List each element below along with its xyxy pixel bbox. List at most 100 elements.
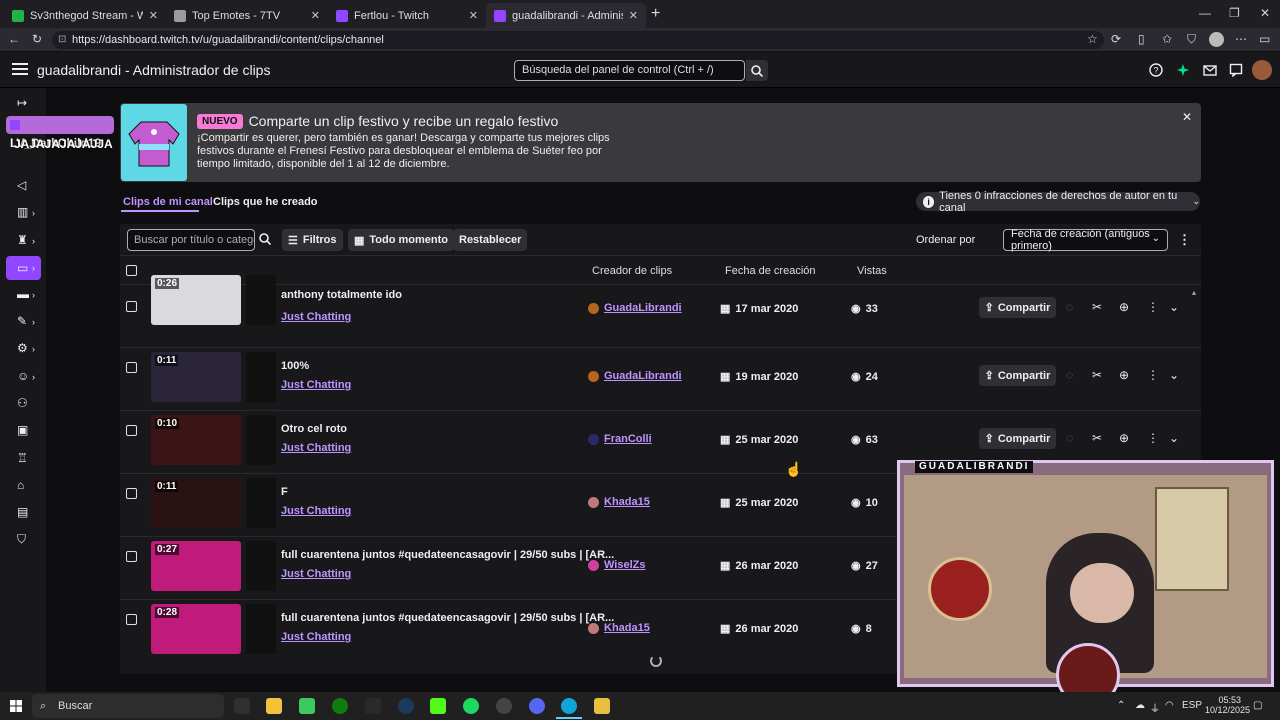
taskbar-search[interactable]: ⌕ Buscar: [32, 694, 224, 718]
scissors-icon[interactable]: ✂: [1092, 300, 1102, 314]
clip-category-link[interactable]: Just Chatting: [281, 379, 351, 391]
clip-creator-link[interactable]: WiselZs: [588, 559, 645, 571]
clip-thumbnail-vertical[interactable]: [246, 478, 276, 528]
steam-icon[interactable]: [398, 698, 414, 714]
xbox-icon[interactable]: [332, 698, 348, 714]
banner-close-icon[interactable]: ✕: [1182, 110, 1192, 124]
settings-gear-icon[interactable]: ⚙: [17, 342, 31, 354]
file-explorer-icon[interactable]: [266, 698, 282, 714]
favorites-icon[interactable]: ✩: [1162, 32, 1172, 46]
more-options-icon[interactable]: ⋮: [1147, 431, 1159, 445]
share-button[interactable]: ⇪ Compartir: [979, 297, 1056, 318]
minecraft-icon[interactable]: [299, 698, 315, 714]
close-icon[interactable]: ✕: [629, 9, 638, 22]
reload-icon[interactable]: ↻: [32, 32, 42, 46]
window-close-icon[interactable]: ✕: [1260, 6, 1270, 20]
add-circle-icon[interactable]: ⊕: [1119, 300, 1129, 314]
sidebar-toggle-icon[interactable]: ▭: [1259, 32, 1270, 46]
sparkle-icon[interactable]: [1176, 63, 1190, 77]
book-icon[interactable]: ▤: [17, 506, 31, 518]
clip-creator-link[interactable]: Khada15: [588, 496, 650, 508]
row-checkbox[interactable]: [126, 362, 137, 373]
clip-creator-link[interactable]: Khada15: [588, 622, 650, 634]
table-row[interactable]: 0:11 100% Just Chatting GuadaLibrandi ▦ 19 ma…: [120, 347, 1201, 410]
usb-icon[interactable]: ⏚: [1150, 700, 1160, 715]
collapse-icon[interactable]: ↦: [17, 97, 31, 109]
scissors-icon[interactable]: ✂: [1092, 431, 1102, 445]
whispers-icon[interactable]: [1229, 63, 1243, 77]
tab-clips-i-created[interactable]: Clips que he creado: [213, 196, 318, 208]
discord-icon[interactable]: [529, 698, 545, 714]
user-avatar[interactable]: [1252, 60, 1272, 80]
clip-thumbnail-vertical[interactable]: [246, 604, 276, 654]
back-icon[interactable]: ←: [8, 32, 20, 46]
more-menu-icon[interactable]: ⋯: [1235, 32, 1247, 46]
row-checkbox[interactable]: [126, 488, 137, 499]
close-icon[interactable]: ✕: [469, 9, 478, 22]
more-options-icon[interactable]: ⋮: [1178, 232, 1191, 248]
row-checkbox[interactable]: [126, 425, 137, 436]
time-range-button[interactable]: ▦ Todo momento: [348, 229, 455, 251]
chevron-down-icon[interactable]: ⌄: [1169, 300, 1179, 314]
megaphone-icon[interactable]: ◁: [17, 179, 31, 191]
select-all-checkbox[interactable]: [126, 265, 137, 276]
clip-thumbnail[interactable]: 0:11: [151, 478, 241, 528]
browser-tab-1[interactable]: Top Emotes - 7TV ✕: [166, 3, 328, 28]
clip-thumbnail-vertical[interactable]: [246, 541, 276, 591]
app-icon[interactable]: [594, 698, 610, 714]
search-icon[interactable]: [259, 233, 271, 245]
clip-thumbnail-vertical[interactable]: [246, 275, 276, 325]
clip-thumbnail[interactable]: 0:27: [151, 541, 241, 591]
kick-icon[interactable]: [430, 698, 446, 714]
clip-category-link[interactable]: Just Chatting: [281, 568, 351, 580]
row-checkbox[interactable]: [126, 614, 137, 625]
monetization-icon[interactable]: ▬: [17, 288, 31, 300]
emote-icon[interactable]: ☺: [17, 370, 31, 382]
help-icon[interactable]: ?: [1149, 63, 1163, 77]
more-options-icon[interactable]: ⋮: [1147, 300, 1159, 314]
brush-icon[interactable]: ✎: [17, 315, 31, 327]
wifi-icon[interactable]: ◠: [1165, 700, 1174, 711]
row-checkbox[interactable]: [126, 301, 137, 312]
new-tab-icon[interactable]: +: [651, 5, 660, 23]
spotify-icon[interactable]: [463, 698, 479, 714]
safety-shield-icon[interactable]: ⛉: [17, 533, 31, 545]
community-icon[interactable]: ♜: [17, 234, 31, 246]
clip-category-link[interactable]: Just Chatting: [281, 311, 351, 323]
extension-icon[interactable]: ⟳: [1111, 32, 1121, 46]
clip-creator-link[interactable]: FranColli: [588, 433, 652, 445]
clip-search-input[interactable]: Buscar por título o categoría: [127, 229, 255, 251]
shield-icon[interactable]: ⛉: [1187, 32, 1196, 47]
minimize-icon[interactable]: —: [1199, 6, 1211, 20]
camera-icon[interactable]: ▣: [17, 424, 31, 436]
browser-tab-3[interactable]: guadalibrandi - Administrador de ✕: [486, 3, 646, 28]
close-icon[interactable]: ✕: [311, 9, 320, 22]
dashboard-search-input[interactable]: Búsqueda del panel de control (Ctrl + /): [514, 60, 745, 81]
sidebar-item-content[interactable]: ▭ ›: [6, 256, 41, 280]
clip-category-link[interactable]: Just Chatting: [281, 442, 351, 454]
cloud-icon[interactable]: ☁: [1135, 700, 1145, 711]
inbox-icon[interactable]: [1203, 63, 1217, 77]
obs-icon[interactable]: [496, 698, 512, 714]
browser-tab-0[interactable]: Sv3nthegod Stream - Watch Live o ✕: [4, 3, 166, 28]
profile-avatar[interactable]: [1209, 32, 1224, 47]
clip-thumbnail[interactable]: 0:26: [151, 275, 241, 325]
add-circle-icon[interactable]: ⊕: [1119, 368, 1129, 382]
scissors-icon[interactable]: ✂: [1092, 368, 1102, 382]
clip-thumbnail[interactable]: 0:11: [151, 352, 241, 402]
clip-thumbnail-vertical[interactable]: [246, 415, 276, 465]
clip-thumbnail[interactable]: 0:10: [151, 415, 241, 465]
hamburger-menu-icon[interactable]: [12, 62, 28, 76]
task-view-icon[interactable]: [234, 698, 250, 714]
add-friend-icon[interactable]: ⚇: [17, 397, 31, 409]
clip-category-link[interactable]: Just Chatting: [281, 505, 351, 517]
clip-thumbnail-vertical[interactable]: [246, 352, 276, 402]
sort-select[interactable]: Fecha de creación (antiguos primero) ⌄: [1003, 228, 1168, 252]
browser-tab-2[interactable]: Fertlou - Twitch ✕: [328, 3, 486, 28]
restore-icon[interactable]: ❐: [1229, 6, 1240, 20]
share-button[interactable]: ⇪ Compartir: [979, 428, 1056, 449]
close-icon[interactable]: ✕: [149, 9, 158, 22]
chevron-down-icon[interactable]: ⌄: [1169, 368, 1179, 382]
clip-thumbnail[interactable]: 0:28: [151, 604, 241, 654]
url-field[interactable]: ⊡ https://dashboard.twitch.tv/u/guadalib…: [52, 31, 1104, 49]
